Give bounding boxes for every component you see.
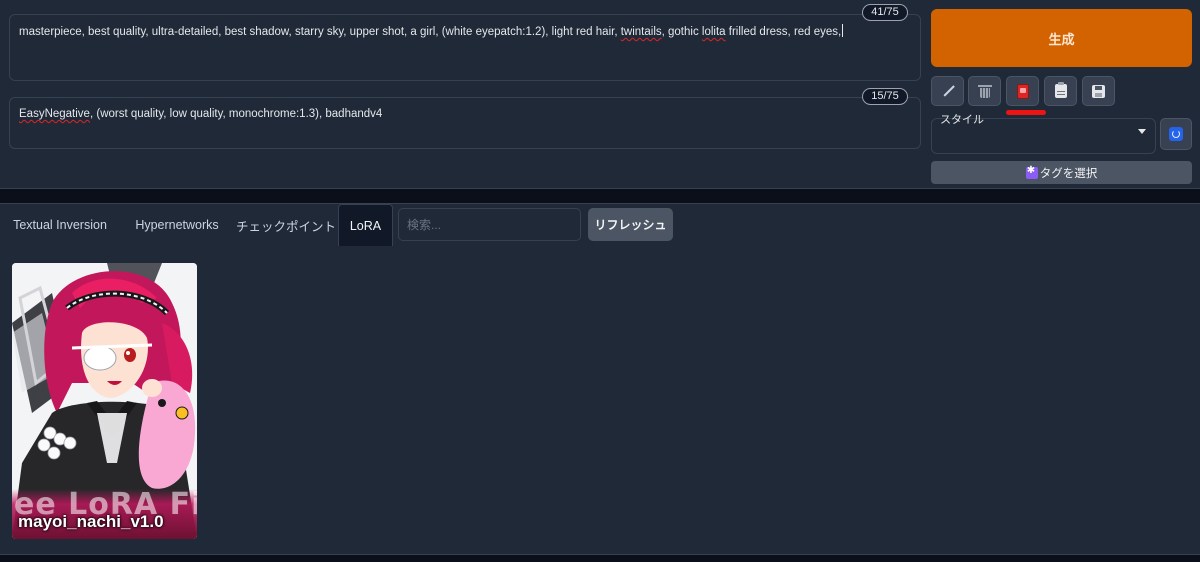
tab-lora[interactable]: LoRA [338, 204, 393, 246]
tag-select-label: タグを選択 [1039, 167, 1098, 180]
clipboard-icon [1054, 82, 1067, 98]
tag-icon [1025, 165, 1038, 179]
positive-token-counter: 41/75 [862, 4, 908, 21]
generate-button[interactable]: 生成 [931, 9, 1192, 67]
apply-style-button[interactable] [1044, 76, 1077, 106]
card-title: mayoi_nachi_v1.0 [18, 512, 164, 531]
style-label: スタイル [940, 114, 984, 126]
tab-textual-inversion[interactable]: Textual Inversion [0, 204, 120, 246]
prompt-fragment: frilled dress, red eyes, [725, 26, 842, 38]
highlight-underline [1006, 110, 1046, 115]
trash-icon [977, 84, 992, 98]
chevron-down-icon [1138, 129, 1146, 134]
tag-select-button[interactable]: タグを選択 [931, 161, 1192, 184]
save-icon [1092, 84, 1105, 98]
misspelled-word: EasyNegative [19, 108, 90, 120]
refresh-styles-button[interactable] [1160, 118, 1192, 150]
prompt-fragment: , gothic [661, 26, 702, 38]
clear-prompt-button[interactable] [968, 76, 1001, 106]
negative-prompt-textarea[interactable]: EasyNegative, (worst quality, low qualit… [9, 97, 921, 149]
tab-hypernetworks[interactable]: Hypernetworks [123, 204, 231, 246]
refresh-button[interactable]: リフレッシュ [588, 208, 673, 241]
search-input[interactable] [398, 208, 581, 241]
negative-prompt-text[interactable]: EasyNegative, (worst quality, low qualit… [19, 107, 382, 121]
tab-checkpoints[interactable]: チェックポイント [236, 204, 336, 246]
read-params-button[interactable] [931, 76, 964, 106]
prompt-panel: masterpiece, best quality, ultra-detaile… [0, 0, 1200, 189]
extra-networks-icon [1016, 83, 1029, 99]
misspelled-word: lolita [701, 26, 726, 38]
save-style-button[interactable] [1082, 76, 1115, 106]
misspelled-word: twintails [620, 26, 662, 38]
extra-networks-panel: Textual Inversion Hypernetworks チェックポイント… [0, 203, 1200, 555]
positive-prompt-text[interactable]: masterpiece, best quality, ultra-detaile… [19, 24, 844, 39]
negative-token-counter: 15/75 [862, 88, 908, 105]
refresh-icon [1169, 127, 1183, 141]
arrow-icon [941, 84, 955, 98]
positive-prompt-textarea[interactable]: masterpiece, best quality, ultra-detaile… [9, 14, 921, 81]
prompt-fragment: masterpiece, best quality, ultra-detaile… [19, 26, 621, 38]
lora-card[interactable]: ee LoRA Fil mayoi_nachi_v1.0 [12, 263, 197, 539]
text-cursor [842, 24, 844, 37]
prompt-fragment: , (worst quality, low quality, monochrom… [89, 108, 383, 120]
extra-networks-button[interactable] [1006, 76, 1039, 106]
